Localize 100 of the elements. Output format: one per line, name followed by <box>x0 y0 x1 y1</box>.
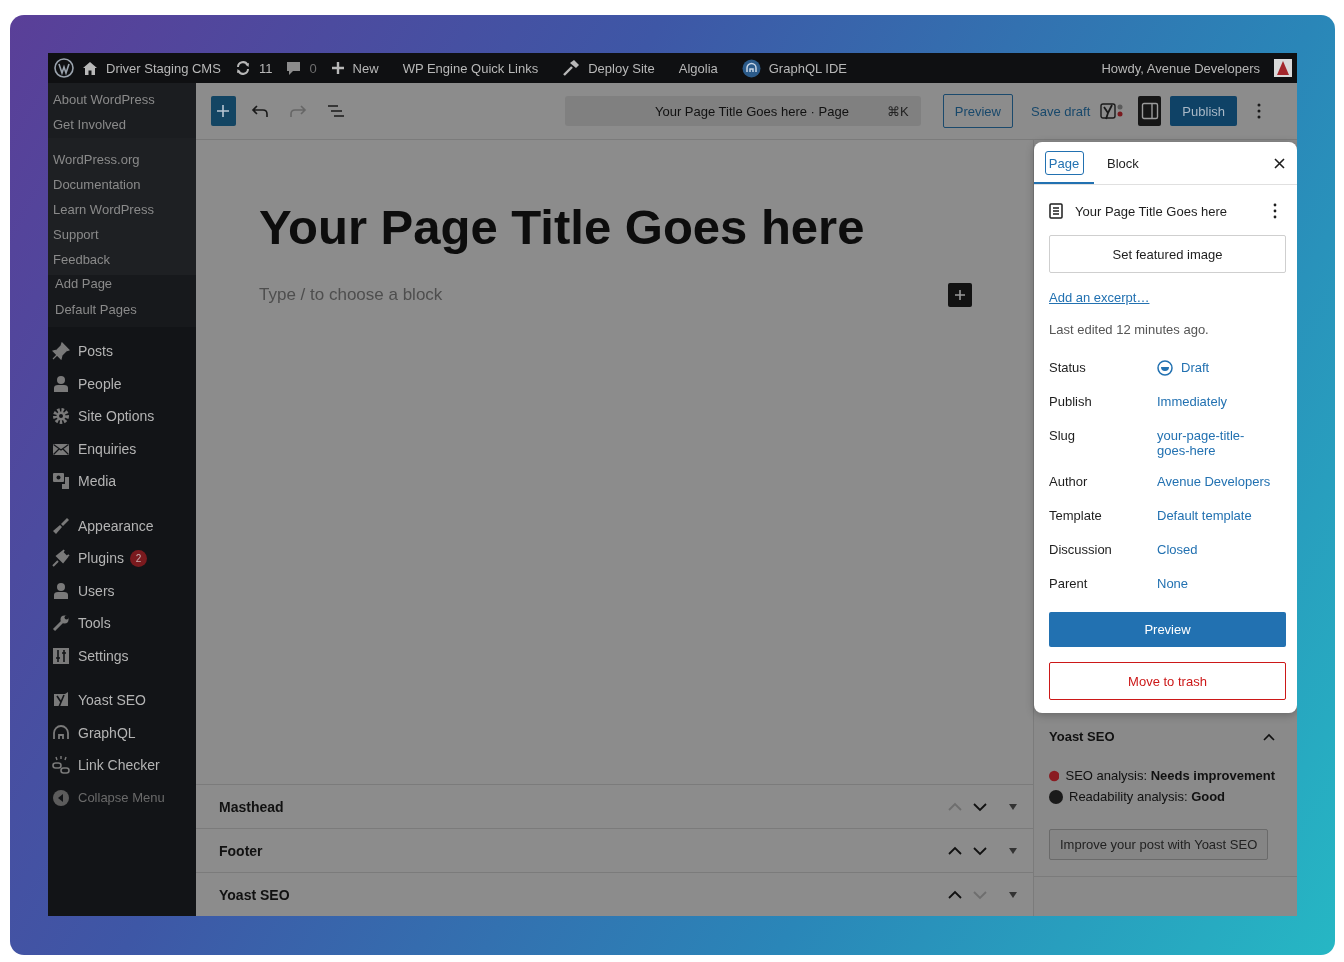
meta-box-title[interactable]: Yoast SEO <box>219 886 937 903</box>
menu-item[interactable]: GraphQL <box>78 724 136 741</box>
move-to-trash-button[interactable]: Move to trash <box>1049 662 1286 700</box>
improve-seo-button[interactable]: Improve your post with Yoast SEO <box>1049 829 1269 860</box>
flyout-menu-item[interactable]: Documentation <box>53 176 196 194</box>
pushpin-icon[interactable] <box>52 342 70 361</box>
add-block-button[interactable] <box>211 96 236 126</box>
field-label: Parent <box>1049 576 1089 591</box>
add-block-button[interactable] <box>948 282 972 307</box>
menu-item[interactable]: Collapse Menu <box>78 790 165 806</box>
gear-icon[interactable] <box>52 407 70 426</box>
admin-bar-link[interactable]: Deploy Site <box>588 60 655 76</box>
hammer-icon[interactable] <box>562 59 581 77</box>
caret-icon[interactable] <box>1009 803 1017 810</box>
field-label: Discussion <box>1049 542 1113 557</box>
analysis-result: Readability analysis: Good <box>1069 789 1226 804</box>
sidebar-toggle-button[interactable] <box>1138 96 1162 126</box>
undo-icon[interactable] <box>250 104 269 118</box>
panel-title[interactable]: Yoast SEO <box>1049 729 1115 744</box>
move-down-icon[interactable] <box>973 845 987 856</box>
menu-item[interactable]: Posts <box>78 343 113 360</box>
plus-icon <box>216 104 231 118</box>
field-label: Author <box>1049 474 1089 489</box>
comments-count[interactable]: 0 <box>309 60 317 76</box>
menu-item[interactable]: Users <box>78 582 115 599</box>
paintbrush-icon[interactable] <box>52 516 70 535</box>
meta-box-title[interactable]: Masthead <box>219 798 937 815</box>
move-up-icon[interactable] <box>948 889 962 900</box>
field-value-link[interactable]: Avenue Developers <box>1157 474 1271 489</box>
menu-item[interactable]: Yoast SEO <box>78 692 146 709</box>
account-greeting[interactable]: Howdy, Avenue Developers <box>1101 60 1260 76</box>
more-options-icon[interactable] <box>1273 203 1277 219</box>
menu-item[interactable]: Tools <box>78 615 111 632</box>
menu-item[interactable]: Settings <box>78 647 129 664</box>
move-down-icon[interactable] <box>973 801 987 812</box>
menu-item[interactable]: Plugins <box>78 550 124 567</box>
draft-status-icon <box>1157 360 1173 376</box>
page-title[interactable]: Your Page Title Goes here <box>259 198 972 257</box>
field-value-link[interactable]: your-page-title-goes-here <box>1157 428 1265 458</box>
analysis-result: SEO analysis: Needs improvement <box>1065 768 1275 783</box>
menu-item[interactable]: Appearance <box>78 517 154 534</box>
home-icon[interactable] <box>82 60 98 76</box>
broken-link-icon[interactable] <box>52 756 70 775</box>
field-value-link[interactable]: Closed <box>1157 542 1198 557</box>
field-label: Template <box>1049 508 1103 523</box>
panel-tab[interactable]: Page <box>1034 142 1094 184</box>
field-label: Publish <box>1049 394 1093 409</box>
menu-item[interactable]: Site Options <box>78 408 155 425</box>
admin-bar-link[interactable]: Algolia <box>678 60 718 76</box>
seo-status-icon[interactable] <box>1100 101 1125 121</box>
admin-bar-link[interactable]: GraphQL IDE <box>768 60 848 76</box>
field-value-link[interactable]: None <box>1157 576 1189 591</box>
flyout-menu-item[interactable]: About WordPress <box>53 91 196 109</box>
add-excerpt-link[interactable]: Add an excerpt… <box>1049 290 1150 305</box>
last-edited-text: Last edited 12 minutes ago. <box>1049 322 1210 337</box>
field-value-link[interactable]: Default template <box>1157 508 1252 523</box>
menu-item[interactable]: People <box>78 375 122 392</box>
move-up-icon[interactable] <box>948 845 962 856</box>
save-draft-button[interactable]: Save draft <box>1021 103 1101 119</box>
panel-tab[interactable]: Block <box>1094 142 1152 184</box>
avatar-icon[interactable] <box>1274 59 1292 77</box>
preview-button[interactable]: Preview <box>942 94 1013 128</box>
wordpress-logo-icon[interactable] <box>54 58 74 78</box>
site-name-link[interactable]: Driver Staging CMS <box>106 60 221 76</box>
menu-item[interactable]: Link Checker <box>78 757 160 774</box>
preview-button[interactable]: Preview <box>1049 612 1286 647</box>
updates-count[interactable]: 11 <box>258 60 273 76</box>
field-value-link[interactable]: Immediately <box>1157 394 1228 409</box>
plus-icon[interactable] <box>330 61 345 75</box>
flyout-menu-item[interactable]: Learn WordPress <box>53 201 196 219</box>
plug-icon[interactable] <box>52 549 70 568</box>
caret-icon[interactable] <box>1009 891 1017 898</box>
wrench-icon[interactable] <box>52 614 70 633</box>
list-view-icon[interactable] <box>326 104 345 118</box>
caret-icon[interactable] <box>1009 847 1017 854</box>
publish-button[interactable]: Publish <box>1170 96 1237 126</box>
field-value-link[interactable]: Draft <box>1181 360 1210 375</box>
document-icon <box>1049 203 1063 219</box>
submenu-item[interactable]: Default Pages <box>55 301 196 319</box>
user-icon[interactable] <box>52 374 70 393</box>
close-icon[interactable] <box>1274 157 1285 169</box>
chevron-icon[interactable] <box>1263 732 1275 741</box>
flyout-menu-item[interactable]: Feedback <box>53 251 196 269</box>
flyout-menu-item[interactable]: WordPress.org <box>53 151 196 169</box>
new-link[interactable]: New <box>352 60 379 76</box>
media-icon[interactable] <box>52 472 70 491</box>
submenu-item[interactable]: Add Page <box>55 275 196 293</box>
menu-item[interactable]: Enquiries <box>78 440 137 457</box>
collapse-icon[interactable] <box>52 788 70 807</box>
flyout-menu-item[interactable]: Get Involved <box>53 116 196 134</box>
meta-box-title[interactable]: Footer <box>219 842 937 859</box>
command-bar[interactable]: Your Page Title Goes here · Page ⌘K <box>564 96 921 126</box>
comment-icon[interactable] <box>286 60 302 76</box>
admin-bar-link[interactable]: WP Engine Quick Links <box>402 60 539 76</box>
flyout-menu-item[interactable]: Support <box>53 226 196 244</box>
refresh-icon[interactable] <box>234 60 251 76</box>
set-featured-image-button[interactable]: Set featured image <box>1049 235 1286 273</box>
user-icon[interactable] <box>52 581 70 600</box>
settings-icon[interactable] <box>52 646 70 665</box>
menu-item[interactable]: Media <box>78 473 117 490</box>
